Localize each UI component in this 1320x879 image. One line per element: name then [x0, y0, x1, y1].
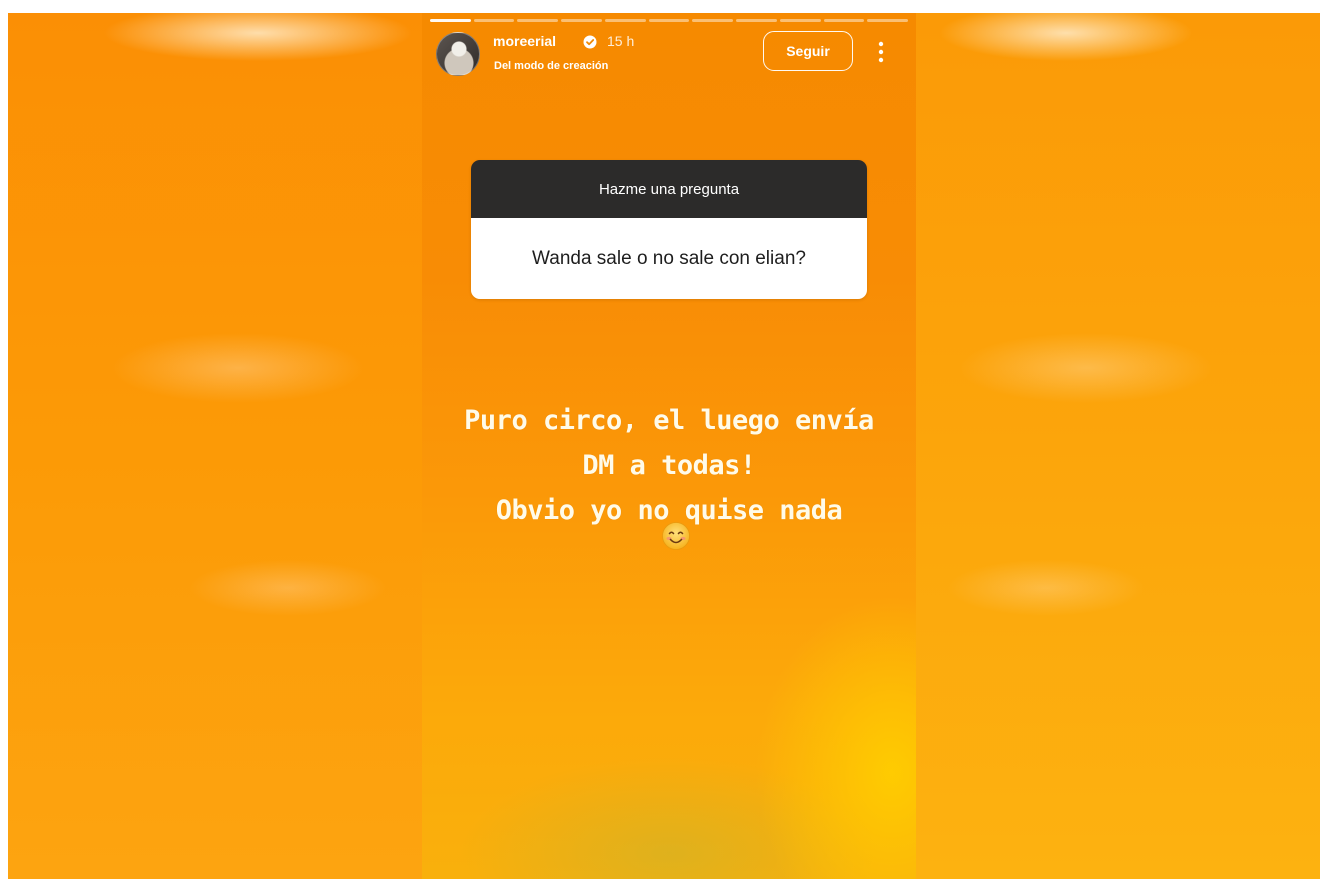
story-time: 15 h: [607, 33, 635, 49]
story-viewer: moreerial 15 h Del modo de creación Segu…: [8, 13, 1320, 879]
verified-badge-icon: [583, 35, 597, 49]
progress-segment: [692, 19, 734, 22]
creation-mode-label: Del modo de creación: [494, 60, 609, 72]
caption-line: Puro circo, el luego envía: [464, 405, 874, 436]
progress-segment: [648, 19, 690, 22]
progress-segment: [823, 19, 865, 22]
smiling-face-icon: [662, 522, 690, 550]
progress-segment: [517, 19, 559, 22]
more-options-icon[interactable]: [877, 41, 885, 63]
progress-segment: [867, 19, 909, 22]
story-progress-bar: [430, 19, 909, 22]
username[interactable]: moreerial: [493, 33, 556, 49]
caption-line: DM a todas!: [582, 450, 756, 481]
progress-segment: [779, 19, 821, 22]
profile-avatar[interactable]: [436, 32, 480, 76]
progress-segment: [604, 19, 646, 22]
follow-button[interactable]: Seguir: [763, 31, 853, 71]
progress-segment: [561, 19, 602, 22]
story-frame[interactable]: moreerial 15 h Del modo de creación Segu…: [422, 13, 916, 879]
question-sticker-question: Wanda sale o no sale con elian?: [471, 218, 867, 299]
question-sticker[interactable]: Hazme una pregunta Wanda sale o no sale …: [471, 160, 867, 299]
progress-segment: [473, 19, 515, 22]
question-sticker-header: Hazme una pregunta: [471, 160, 867, 218]
blurred-background-left: [8, 13, 422, 879]
blurred-background-right: [916, 13, 1320, 879]
story-caption: Puro circo, el luego envía DM a todas! O…: [442, 398, 896, 533]
progress-segment: [736, 19, 777, 22]
progress-segment: [430, 19, 471, 22]
